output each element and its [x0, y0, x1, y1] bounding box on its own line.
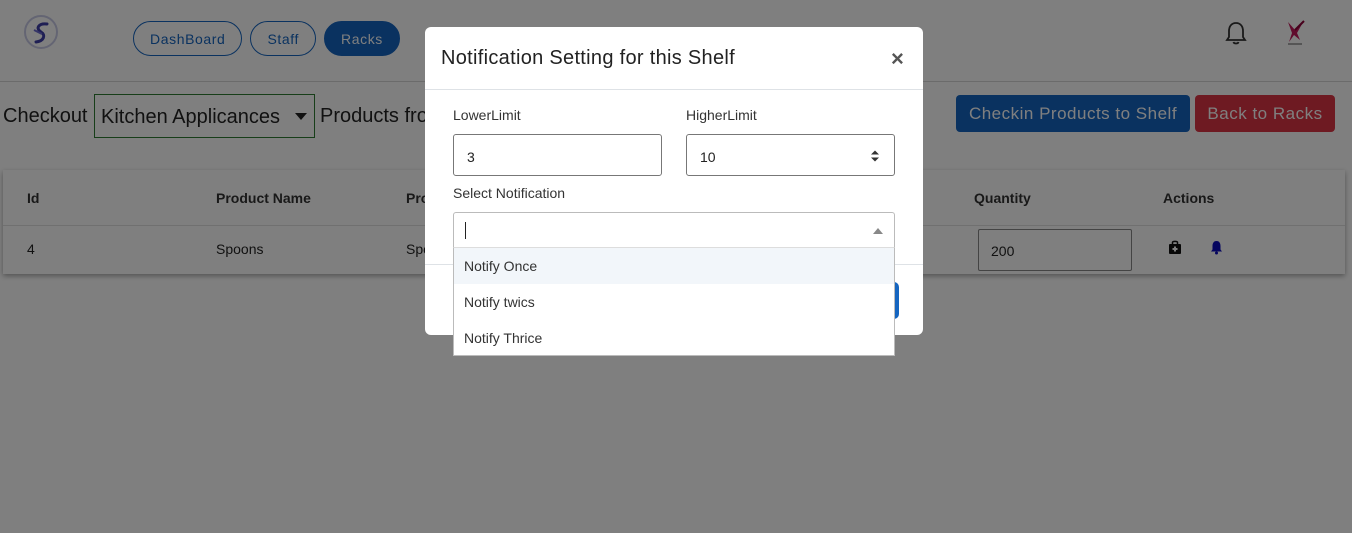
dropdown-caret-icon[interactable] [873, 228, 883, 234]
modal-title: Notification Setting for this Shelf [441, 47, 735, 69]
lower-limit-label: LowerLimit [453, 107, 521, 123]
higher-limit-label: HigherLimit [686, 107, 757, 123]
lower-limit-value: 3 [467, 149, 475, 165]
modal-header-divider [425, 89, 923, 90]
option-notify-thrice[interactable]: Notify Thrice [454, 320, 894, 356]
option-notify-twice[interactable]: Notify twics [454, 284, 894, 320]
text-cursor [465, 222, 466, 239]
notification-options-menu: Notify Once Notify twics Notify Thrice [453, 247, 895, 356]
option-notify-once[interactable]: Notify Once [454, 248, 894, 284]
notification-select[interactable] [453, 212, 895, 248]
select-notification-label: Select Notification [453, 185, 566, 201]
higher-limit-input[interactable]: 10 [686, 134, 895, 176]
close-button[interactable]: × [891, 46, 904, 72]
lower-limit-input[interactable]: 3 [453, 134, 662, 176]
higher-limit-value: 10 [700, 149, 716, 165]
spinner-arrows-icon[interactable] [870, 149, 880, 166]
